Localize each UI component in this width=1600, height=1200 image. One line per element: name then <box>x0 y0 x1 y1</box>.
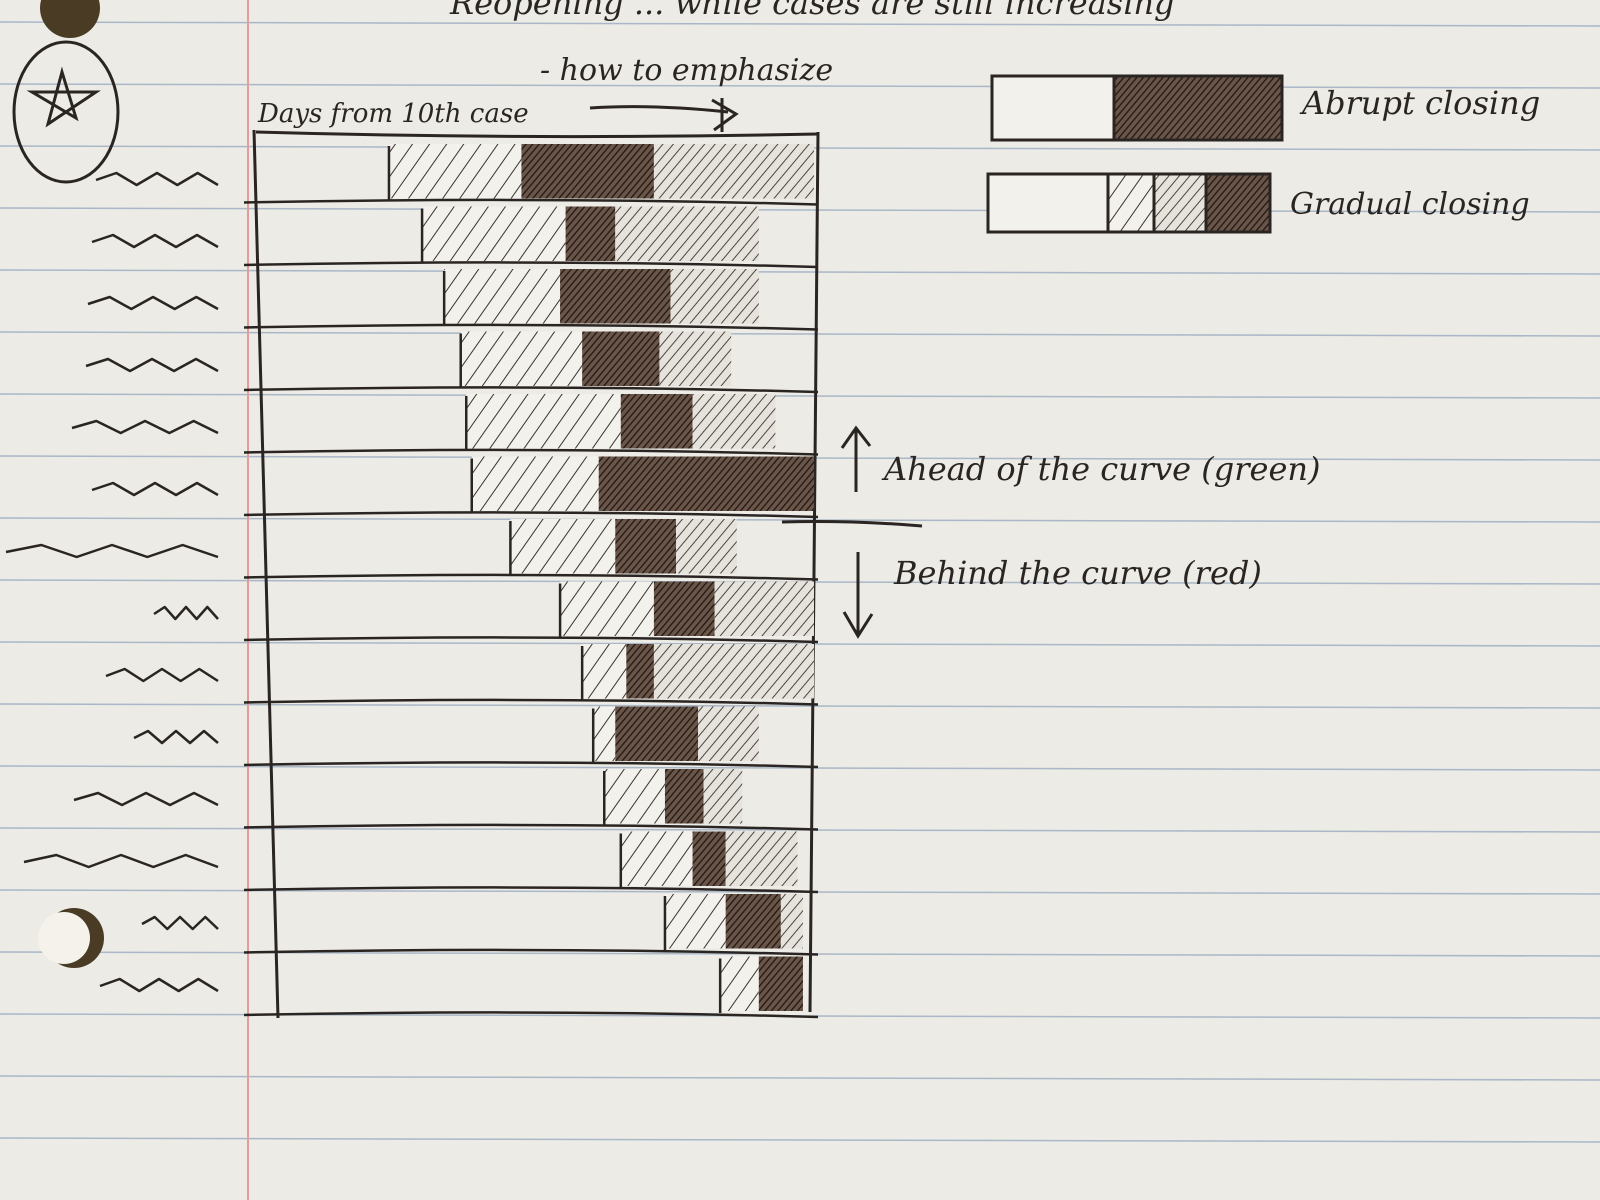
legend-abrupt-label: Abrupt closing <box>1299 84 1540 122</box>
row-segment-mid <box>670 269 759 324</box>
row-segment-dark <box>615 706 699 761</box>
row-segment-mid <box>725 831 798 886</box>
row-segment-dark <box>565 206 616 261</box>
row-segment-dark <box>758 956 803 1011</box>
row-segment-mid <box>659 331 732 386</box>
row-segment-dark <box>521 144 654 199</box>
row-segment-dark <box>664 769 704 824</box>
legend-gradual-swatch <box>986 172 1272 234</box>
header-note-2: - how to emphasize <box>540 53 833 88</box>
row-segment-light <box>604 769 665 824</box>
row-segment-mid <box>698 706 759 761</box>
row-segment-mid <box>676 519 737 574</box>
row-segment-dark <box>725 894 781 949</box>
row-segment-mid <box>615 206 759 261</box>
row-segment-mid <box>653 644 814 699</box>
behind-annotation: Behind the curve (red) <box>893 554 1262 592</box>
axis-label: Days from 10th case <box>257 99 529 129</box>
row-segment-mid <box>714 581 814 636</box>
row-segment-mid <box>653 144 814 199</box>
legend-abrupt-swatch <box>990 74 1284 142</box>
row-segment-light <box>593 706 616 761</box>
row-segment-light <box>422 206 566 261</box>
ahead-annotation: Ahead of the curve (green) <box>881 450 1321 488</box>
row-segment-mid <box>692 394 776 449</box>
legend-gradual-label: Gradual closing <box>1290 187 1530 222</box>
header-note-1: Reopening ... while cases are still incr… <box>449 0 1175 22</box>
row-segment-dark <box>560 269 671 324</box>
row-segment-light <box>582 644 627 699</box>
row-segment-dark <box>653 581 715 636</box>
row-segment-dark <box>626 644 654 699</box>
row-segment-dark <box>620 394 693 449</box>
row-segment-light <box>560 581 654 636</box>
notebook-sketch: Reopening ... while cases are still incr… <box>0 0 1600 1200</box>
row-segment-light <box>460 331 583 386</box>
row-segment-dark <box>598 456 814 511</box>
row-segment-light <box>466 394 621 449</box>
row-segment-light <box>720 956 759 1011</box>
row-segment-dark <box>582 331 660 386</box>
row-segment-light <box>471 456 599 511</box>
row-segment-dark <box>692 831 726 886</box>
row-segment-light <box>444 269 561 324</box>
row-segment-dark <box>615 519 676 574</box>
row-segment-mid <box>780 894 803 949</box>
row-segment-light <box>664 894 726 949</box>
row-segment-light <box>388 144 522 199</box>
row-segment-mid <box>703 769 743 824</box>
row-segment-light <box>620 831 693 886</box>
binder-hole-rim <box>38 912 90 964</box>
row-segment-light <box>510 519 616 574</box>
